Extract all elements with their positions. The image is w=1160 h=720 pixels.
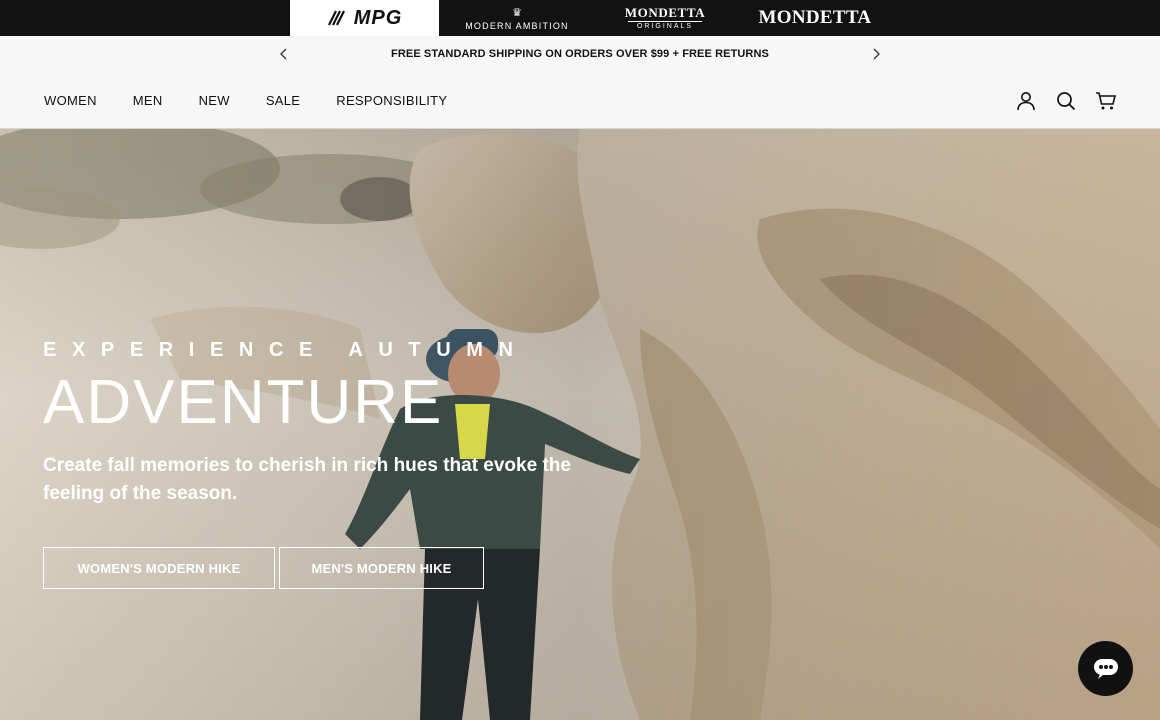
chevron-left-icon[interactable]	[274, 44, 294, 64]
search-icon[interactable]	[1054, 89, 1078, 113]
crown-icon: ♛	[512, 6, 522, 19]
hero-eyebrow: EXPERIENCE AUTUMN	[43, 339, 529, 361]
nav-link-new[interactable]: NEW	[199, 93, 230, 108]
announcement-text: FREE STANDARD SHIPPING ON ORDERS OVER $9…	[391, 48, 769, 60]
announcement-bar: FREE STANDARD SHIPPING ON ORDERS OVER $9…	[0, 36, 1160, 72]
cart-icon[interactable]	[1094, 89, 1118, 113]
brand-tab-mondetta[interactable]: MONDETTA	[750, 0, 880, 36]
hero-headline: ADVENTURE	[43, 368, 444, 437]
chat-icon	[1093, 658, 1118, 679]
nav-link-men[interactable]: MEN	[133, 93, 163, 108]
brand-modern-ambition-label: MODERN AMBITION	[465, 20, 569, 31]
chat-button[interactable]	[1078, 641, 1133, 696]
chevron-right-icon[interactable]	[866, 44, 886, 64]
nav-link-women[interactable]: WOMEN	[44, 93, 97, 108]
brand-mpg-label: MPG	[353, 6, 403, 29]
brand-originals-sublabel: ORIGINALS	[636, 22, 694, 30]
brand-mondetta-label: MONDETTA	[758, 7, 872, 28]
main-navigation: WOMEN MEN NEW SALE RESPONSIBILITY	[0, 72, 1160, 129]
brand-tab-mondetta-originals[interactable]: MONDETTA ORIGINALS	[612, 0, 718, 36]
womens-modern-hike-button[interactable]: WOMEN'S MODERN HIKE	[43, 547, 275, 589]
hero-subtext: Create fall memories to cherish in rich …	[43, 455, 571, 504]
divider	[628, 20, 702, 22]
brand-mondetta-originals-label: MONDETTA	[624, 4, 706, 20]
mens-modern-hike-button[interactable]: MEN'S MODERN HIKE	[279, 547, 484, 589]
account-icon[interactable]	[1014, 89, 1038, 113]
hero-banner: EXPERIENCE AUTUMN ADVENTURE Create fall …	[0, 129, 1160, 720]
nav-link-sale[interactable]: SALE	[266, 93, 300, 108]
mpg-logo-icon	[327, 10, 345, 26]
brand-tab-mpg[interactable]: MPG	[290, 0, 439, 36]
brand-bar: MPG ♛ MODERN AMBITION MONDETTA ORIGINALS…	[0, 0, 1160, 36]
nav-link-responsibility[interactable]: RESPONSIBILITY	[336, 93, 447, 108]
brand-tab-modern-ambition[interactable]: ♛ MODERN AMBITION	[462, 0, 572, 36]
